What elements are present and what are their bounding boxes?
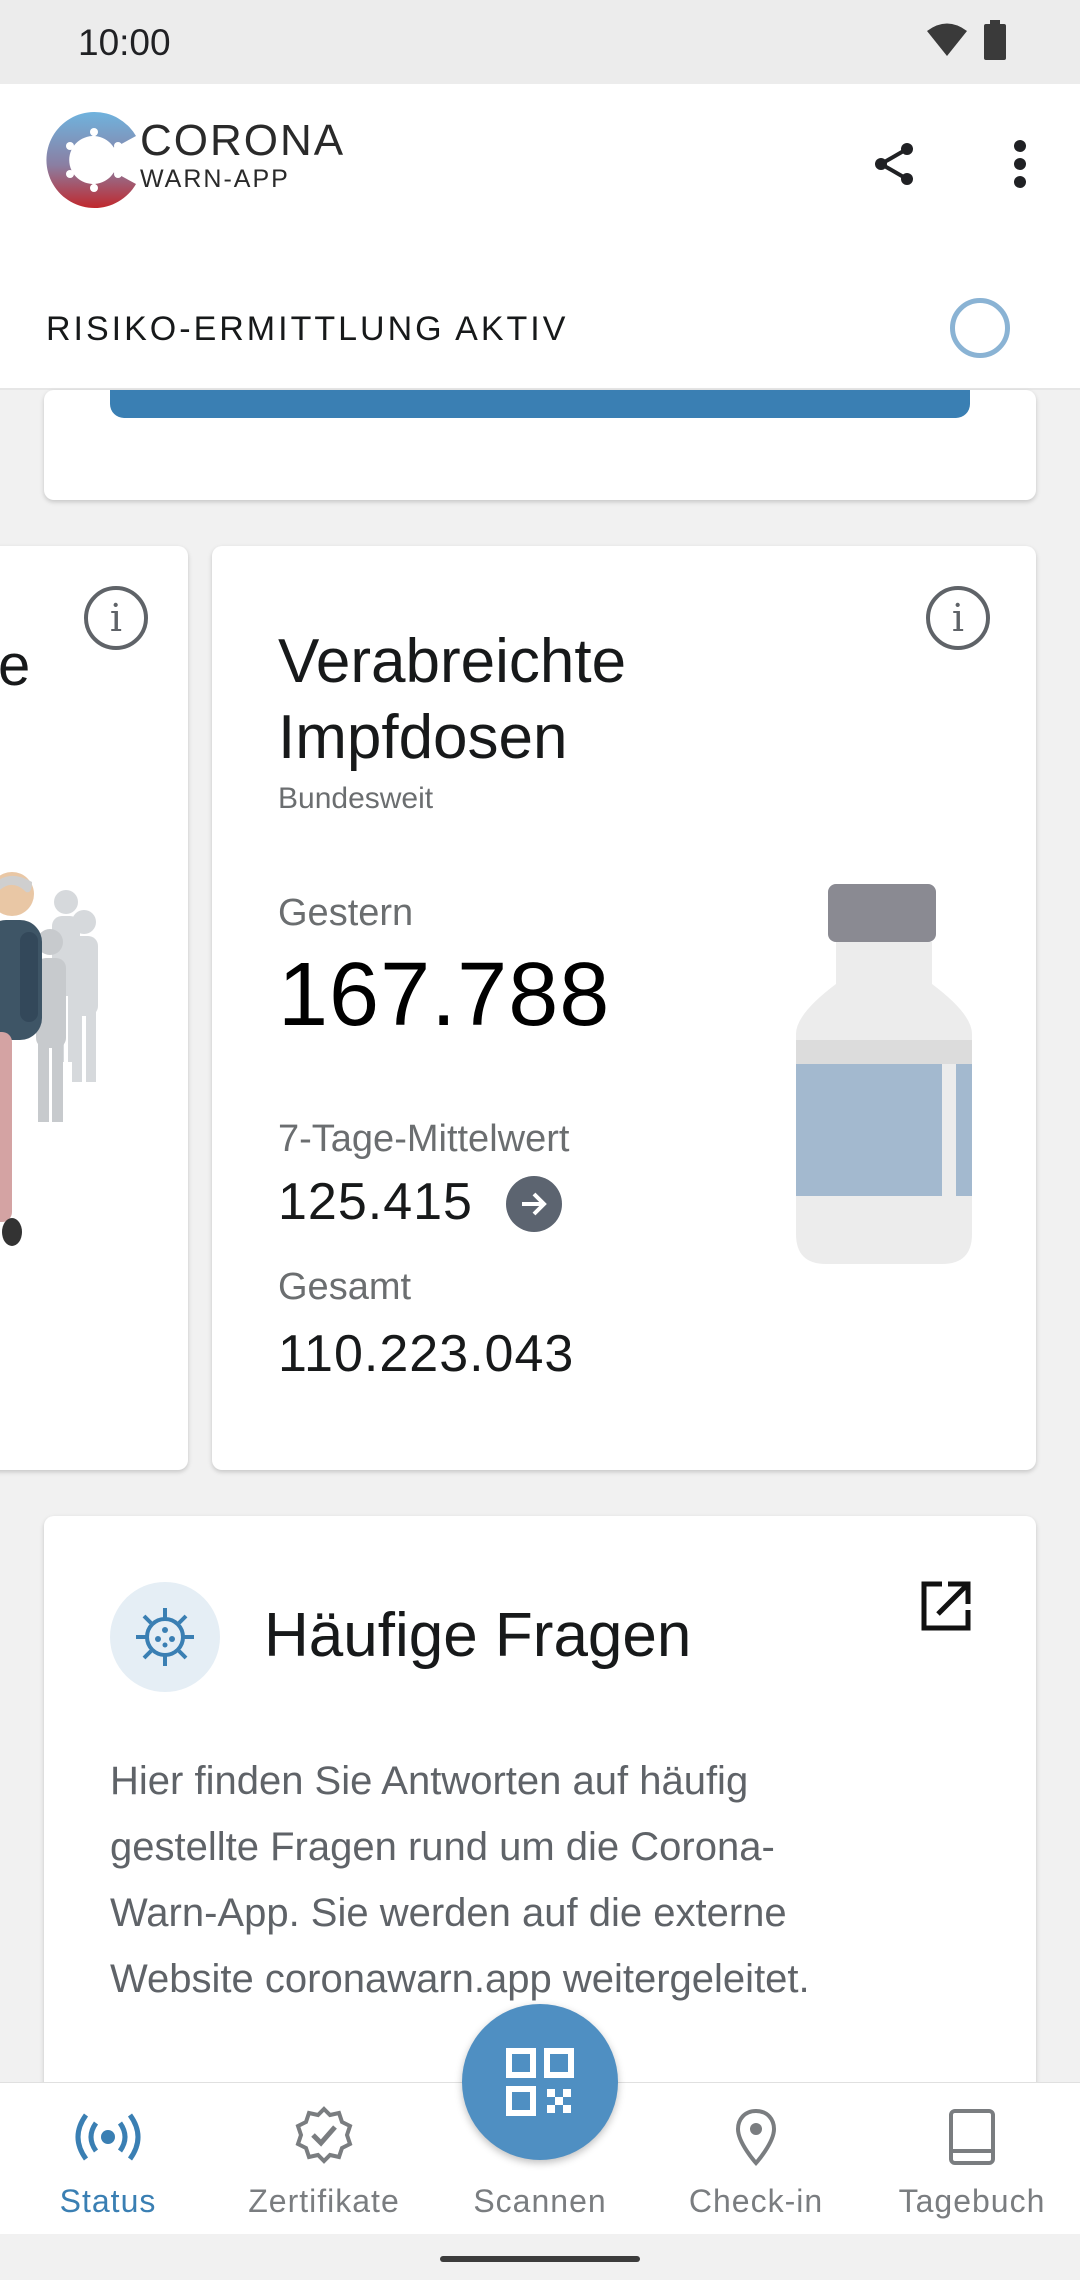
share-button[interactable] [854, 124, 934, 204]
nav-checkin-label: Check-in [688, 2183, 824, 2219]
card-title: Verabreichte Impfdosen [278, 627, 627, 772]
certificate-icon [288, 2105, 360, 2169]
vaccine-vial-illustration [796, 884, 972, 1264]
virus-icon [136, 1608, 194, 1666]
stat-card-previous[interactable]: e i [0, 546, 188, 1470]
seven-day-average-value: 125.415 [278, 1173, 473, 1231]
qr-code-icon [506, 2048, 574, 2116]
scan-qr-button[interactable] [462, 2004, 618, 2160]
info-icon[interactable]: i [926, 586, 990, 650]
seven-day-average-label: 7-Tage-Mittelwert [278, 1118, 570, 1160]
status-time: 10:00 [78, 22, 171, 63]
total-value: 110.223.043 [278, 1325, 575, 1383]
risk-progress-ring-icon [950, 298, 1010, 358]
logo-line2: WARN-APP [140, 165, 290, 193]
app-header: CORONA WARN-APP RISIKO-ERMITTLUNG AKTIV [0, 84, 1080, 390]
nav-diary[interactable]: Tagebuch [864, 2083, 1080, 2235]
yesterday-value: 167.788 [278, 945, 611, 1045]
wifi-icon [927, 23, 967, 56]
nav-scan-label: Scannen [473, 2183, 607, 2219]
nav-status-label: Status [59, 2183, 157, 2219]
risk-status-text: RISIKO-ERMITTLUNG AKTIV [46, 310, 569, 348]
status-icons [926, 20, 1006, 60]
nav-checkin[interactable]: Check-in [648, 2083, 864, 2235]
trend-arrow-icon [506, 1176, 562, 1232]
faq-body: Hier finden Sie Antworten auf häufig ges… [110, 1759, 810, 2001]
corona-warn-app-logo [46, 111, 136, 208]
stat-card-previous-title: e [0, 633, 31, 698]
vaccination-stats-card[interactable]: i Verabreichte Impfdosen Bundesweit Gest… [212, 546, 1036, 1470]
risk-card-button-partial[interactable] [110, 390, 970, 418]
people-illustration [0, 872, 98, 1246]
risk-status-row[interactable]: RISIKO-ERMITTLUNG AKTIV [0, 272, 1080, 390]
battery-icon [984, 20, 1006, 60]
broadcast-icon [72, 2105, 144, 2169]
more-options-button[interactable] [980, 124, 1060, 204]
nav-status[interactable]: Status [0, 2083, 216, 2235]
nav-certificates-label: Zertifikate [248, 2183, 400, 2219]
home-gesture-handle[interactable] [440, 2256, 640, 2262]
logo-line1: CORONA [140, 116, 346, 165]
total-label: Gesamt [278, 1266, 412, 1308]
nav-diary-label: Tagebuch [898, 2183, 1046, 2219]
arrow-right-icon [522, 1192, 547, 1216]
share-icon [875, 143, 913, 185]
book-icon [936, 2105, 1008, 2169]
gesture-navigation-bar [0, 2234, 1080, 2280]
yesterday-label: Gestern [278, 892, 414, 934]
more-vert-icon [1014, 140, 1026, 188]
faq-icon-badge [110, 1582, 220, 1692]
card-subtitle: Bundesweit [278, 782, 434, 815]
status-bar: 10:00 [0, 0, 1080, 84]
faq-title: Häufige Fragen [264, 1601, 692, 1670]
open-external-icon[interactable] [916, 1576, 976, 1636]
nav-certificates[interactable]: Zertifikate [216, 2083, 432, 2235]
info-icon[interactable]: i [84, 586, 148, 650]
app-logo-text: CORONA WARN-APP [140, 118, 345, 194]
location-pin-icon [720, 2105, 792, 2169]
risk-card-partial [44, 390, 1036, 500]
